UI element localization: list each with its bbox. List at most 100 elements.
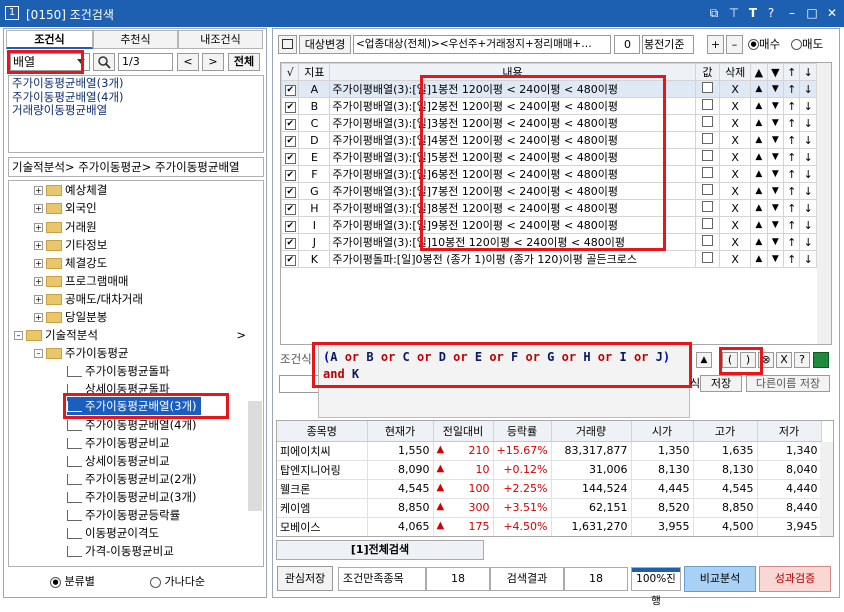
move-bottom-icon[interactable]: ↓ bbox=[799, 250, 817, 268]
tree-item[interactable]: 주가이동평균비교(2개) bbox=[67, 470, 197, 488]
value-checkbox[interactable] bbox=[701, 133, 713, 144]
condition-row[interactable]: ✔ B 주가이평배열(3):[일]2봉전 120이평 < 240이평 < 480이평… bbox=[281, 97, 817, 115]
layout-button[interactable] bbox=[278, 35, 297, 54]
move-bottom-icon[interactable]: ↓ bbox=[799, 165, 817, 183]
result-item[interactable]: 주가이동평균배열(3개) bbox=[9, 76, 263, 91]
move-top-icon[interactable]: ↑ bbox=[783, 97, 801, 115]
stock-row[interactable]: 모베이스 4,065 ▲ 175 +4.50% 1,631,270 3,955 4,500 3,… bbox=[277, 517, 822, 536]
delete-button[interactable]: X bbox=[719, 216, 752, 234]
check-icon[interactable]: ✔ bbox=[284, 170, 296, 181]
move-bottom-icon[interactable]: ↓ bbox=[799, 131, 817, 149]
help-icon[interactable]: ? bbox=[763, 5, 779, 21]
condition-row[interactable]: ✔ D 주가이평배열(3):[일]4봉전 120이평 < 240이평 < 480이평… bbox=[281, 131, 817, 149]
move-top-icon[interactable]: ↑ bbox=[783, 216, 801, 234]
bong-spin-input[interactable]: 0 bbox=[614, 35, 640, 54]
close-icon[interactable]: ✕ bbox=[824, 5, 840, 21]
value-checkbox[interactable] bbox=[701, 99, 713, 110]
check-icon[interactable]: ✔ bbox=[284, 204, 296, 215]
expand-icon[interactable]: + bbox=[34, 295, 43, 304]
move-up-icon[interactable]: ▲ bbox=[750, 97, 768, 115]
radio-buy[interactable]: ● 매수 bbox=[748, 36, 780, 52]
move-down-icon[interactable]: ▼ bbox=[766, 216, 785, 234]
stock-row[interactable]: 웰크론 4,545 ▲ 100 +2.25% 144,524 4,445 4,545 4,440 bbox=[277, 479, 822, 499]
tree-item[interactable]: 주가이동평균비교 bbox=[67, 434, 170, 452]
delete-button[interactable]: X bbox=[719, 114, 752, 132]
radio-sell[interactable]: 매도 bbox=[791, 36, 823, 52]
check-icon[interactable]: ✔ bbox=[284, 136, 296, 147]
delete-button[interactable]: X bbox=[719, 80, 752, 98]
delete-button[interactable]: X bbox=[719, 148, 752, 166]
move-top-icon[interactable]: ↑ bbox=[783, 114, 801, 132]
compare-analysis-button[interactable]: 비교분석 bbox=[684, 566, 756, 592]
tab-my-condition[interactable]: 내조건식 bbox=[178, 30, 263, 49]
pin-icon[interactable]: ⊤ bbox=[726, 5, 742, 21]
condition-row[interactable]: ✔ G 주가이평배열(3):[일]7봉전 120이평 < 240이평 < 480이평… bbox=[281, 182, 817, 200]
move-top-icon[interactable]: ↑ bbox=[783, 165, 801, 183]
condition-row[interactable]: ✔ C 주가이평배열(3):[일]3봉전 120이평 < 240이평 < 480이평… bbox=[281, 114, 817, 132]
bong-basis-select[interactable]: 봉전기준 bbox=[642, 35, 694, 54]
move-up-icon[interactable]: ▲ bbox=[750, 80, 768, 98]
restore-icon[interactable]: □ bbox=[804, 5, 820, 21]
prev-button[interactable]: < bbox=[177, 53, 199, 71]
move-down-icon[interactable]: ▼ bbox=[766, 182, 785, 200]
condition-row[interactable]: ✔ F 주가이평배열(3):[일]6봉전 120이평 < 240이평 < 480이평… bbox=[281, 165, 817, 183]
performance-verify-button[interactable]: 성과검증 bbox=[759, 566, 831, 592]
stock-row[interactable]: 탑엔지니어링 8,090 ▲ 10 +0.12% 31,006 8,130 8,130 8,04… bbox=[277, 460, 822, 480]
expand-icon[interactable]: + bbox=[34, 277, 43, 286]
tree-item[interactable]: 이동평균이격도 bbox=[67, 524, 159, 542]
window-icon[interactable]: ⧉ bbox=[706, 5, 722, 21]
condition-row[interactable]: ✔ J 주가이평배열(3):[일]10봉전 120이평 < 240이평 < 480이… bbox=[281, 233, 817, 251]
tree-item-selected[interactable]: 주가이동평균배열(3개) bbox=[67, 397, 201, 415]
move-bottom-icon[interactable]: ↓ bbox=[799, 114, 817, 132]
save-button[interactable]: 저장 bbox=[700, 375, 742, 392]
tab-all-search[interactable]: [1]전체검색 bbox=[276, 540, 484, 560]
tree-item[interactable]: + 공매도/대차거래 bbox=[34, 290, 143, 308]
move-up-icon[interactable]: ▲ bbox=[750, 182, 768, 200]
target-change-button[interactable]: 대상변경 bbox=[299, 35, 351, 54]
check-icon[interactable]: ✔ bbox=[284, 102, 296, 113]
radio-category[interactable]: ● 분류별 bbox=[50, 575, 95, 589]
move-bottom-icon[interactable]: ↓ bbox=[799, 80, 817, 98]
all-button[interactable]: 전체 bbox=[228, 53, 260, 71]
value-checkbox[interactable] bbox=[701, 167, 713, 178]
check-icon[interactable]: ✔ bbox=[284, 255, 296, 266]
stock-row[interactable]: 피에이치씨 1,550 ▲ 210 +15.67% 83,317,877 1,350 1,63… bbox=[277, 441, 822, 461]
condition-row[interactable]: ✔ K 주가이평돌파:[일]0봉전 (종가 1)이평 (종가 120)이평 골든크로… bbox=[281, 250, 817, 268]
tree-scrollbar[interactable] bbox=[248, 401, 262, 511]
tree-item[interactable]: + 거래원 bbox=[34, 218, 97, 236]
value-checkbox[interactable] bbox=[701, 252, 713, 263]
move-top-icon[interactable]: ↑ bbox=[783, 182, 801, 200]
value-checkbox[interactable] bbox=[701, 82, 713, 93]
font-icon[interactable]: T bbox=[745, 5, 761, 21]
move-bottom-icon[interactable]: ↓ bbox=[799, 148, 817, 166]
clear-paren-button[interactable]: ⊗ bbox=[758, 352, 774, 368]
delete-button[interactable]: X bbox=[719, 131, 752, 149]
formula-up-button[interactable]: ▲ bbox=[696, 352, 712, 368]
move-up-icon[interactable]: ▲ bbox=[750, 165, 768, 183]
radio-alphabetical[interactable]: 가나다순 bbox=[150, 575, 205, 589]
formula-box[interactable]: (A or B or C or D or E or F or G or H or… bbox=[318, 343, 690, 418]
check-icon[interactable]: ✔ bbox=[284, 221, 296, 232]
tree-item[interactable]: 주가이동평균비교(3개) bbox=[67, 488, 197, 506]
expand-icon[interactable]: + bbox=[34, 259, 43, 268]
minimize-icon[interactable]: – bbox=[784, 5, 800, 21]
close-paren-button[interactable]: ) bbox=[740, 352, 756, 368]
formula-small-input[interactable] bbox=[279, 375, 319, 393]
minus-button[interactable]: – bbox=[726, 35, 743, 54]
tree-item[interactable]: + 외국인 bbox=[34, 199, 97, 217]
collapse-icon[interactable]: – bbox=[14, 331, 23, 340]
move-bottom-icon[interactable]: ↓ bbox=[799, 199, 817, 217]
value-checkbox[interactable] bbox=[701, 235, 713, 246]
chevron-down-icon[interactable] bbox=[77, 59, 85, 64]
move-down-icon[interactable]: ▼ bbox=[766, 148, 785, 166]
tree-item[interactable]: 주가이동평균돌파 bbox=[67, 362, 170, 380]
move-top-icon[interactable]: ↑ bbox=[783, 80, 801, 98]
stock-scrollbar[interactable] bbox=[820, 442, 833, 536]
move-top-icon[interactable]: ↑ bbox=[783, 148, 801, 166]
open-paren-button[interactable]: ( bbox=[722, 352, 738, 368]
move-up-icon[interactable]: ▲ bbox=[750, 114, 768, 132]
delete-button[interactable]: X bbox=[719, 182, 752, 200]
move-down-icon[interactable]: ▼ bbox=[766, 97, 785, 115]
expand-icon[interactable]: + bbox=[34, 223, 43, 232]
move-down-icon[interactable]: ▼ bbox=[766, 250, 785, 268]
